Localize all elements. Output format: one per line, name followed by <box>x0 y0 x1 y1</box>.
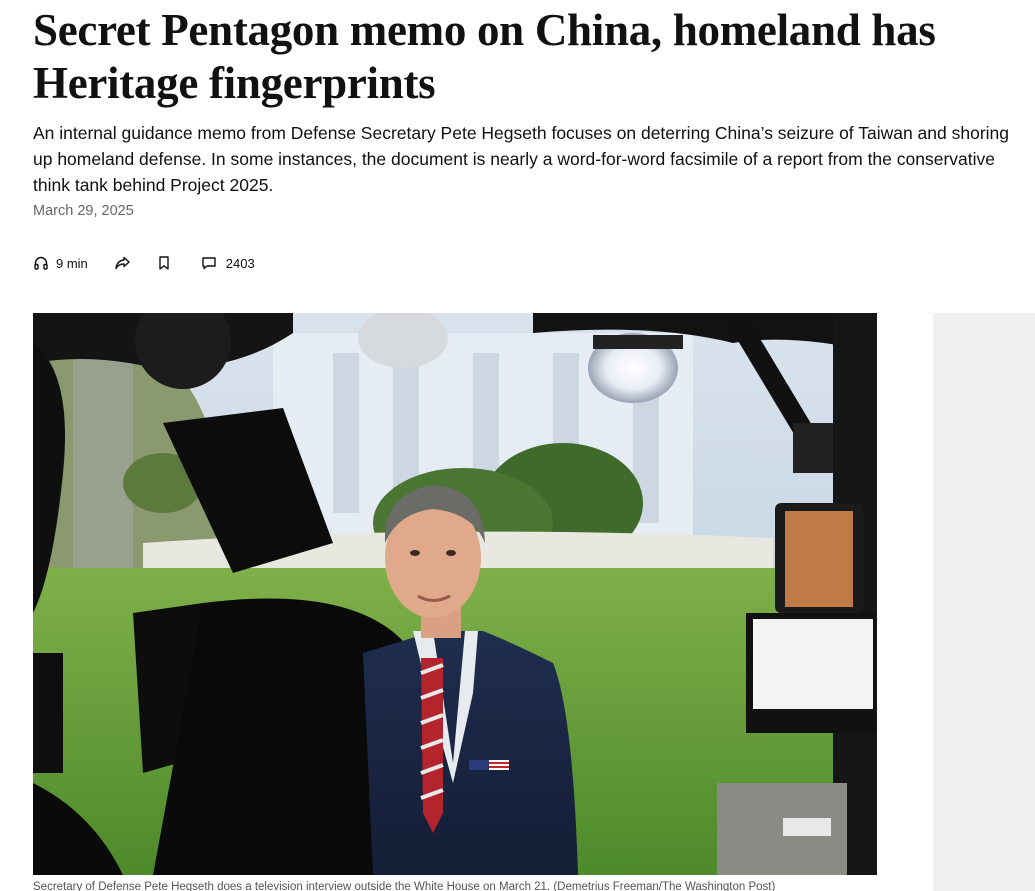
lead-photo-illustration <box>33 313 877 875</box>
comment-icon <box>201 255 217 271</box>
listen-button[interactable]: 9 min <box>33 255 88 271</box>
publish-date: March 29, 2025 <box>33 203 134 219</box>
article-headline: Secret Pentagon memo on China, homeland … <box>33 5 936 108</box>
share-icon <box>114 255 131 271</box>
bookmark-icon <box>157 255 171 271</box>
listen-duration: 9 min <box>56 255 88 271</box>
headphones-icon <box>33 255 49 271</box>
lead-photo[interactable] <box>33 313 877 875</box>
share-button[interactable] <box>114 255 131 271</box>
photo-caption: Secretary of Defense Pete Hegseth does a… <box>33 881 776 891</box>
article-dek: An internal guidance memo from Defense S… <box>33 123 1010 195</box>
comments-button[interactable]: 2403 <box>201 255 255 271</box>
save-button[interactable] <box>157 255 171 271</box>
ad-placeholder <box>933 313 1035 891</box>
article-action-bar: 9 min 2403 <box>33 252 255 274</box>
comments-count: 2403 <box>225 255 255 271</box>
